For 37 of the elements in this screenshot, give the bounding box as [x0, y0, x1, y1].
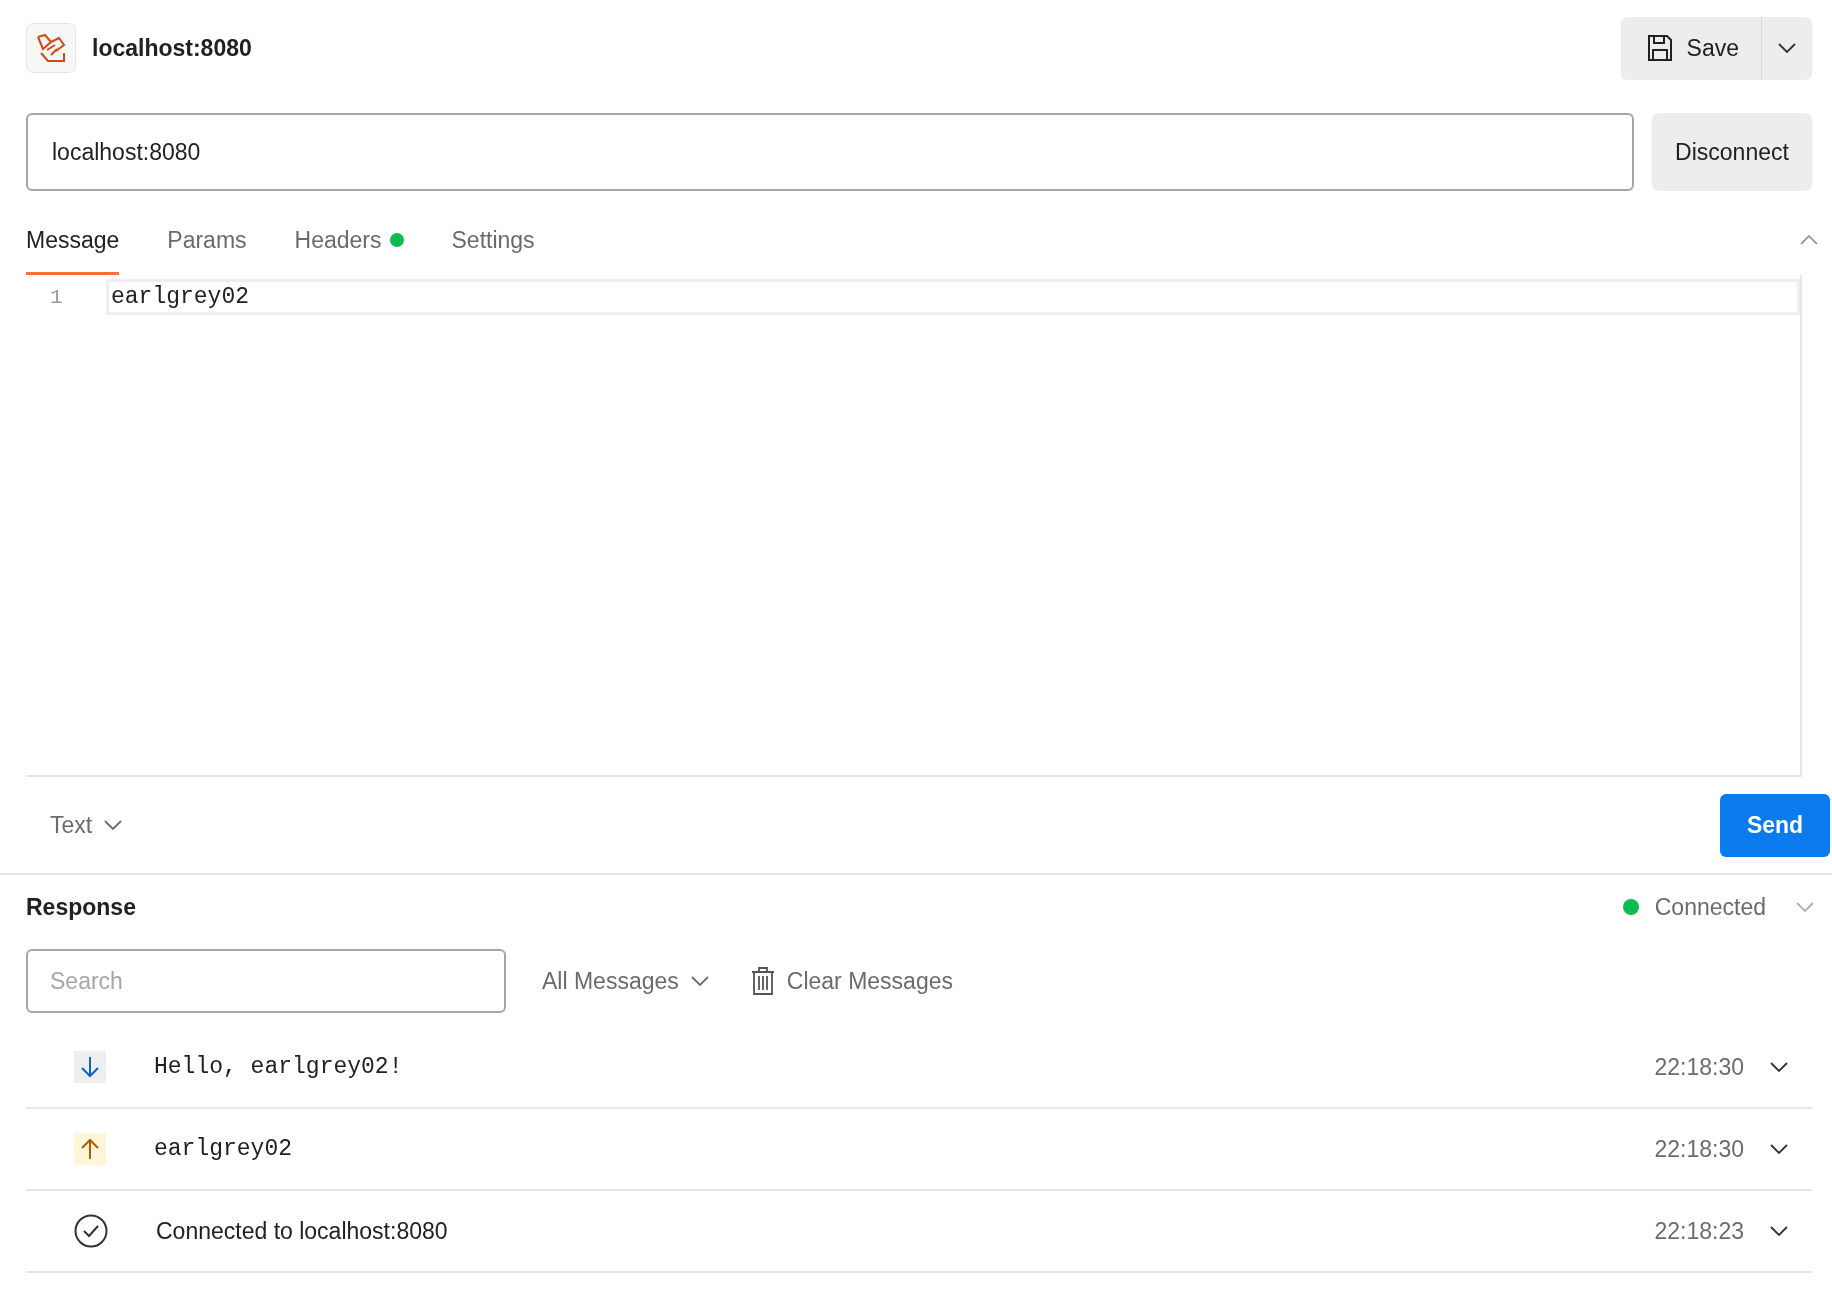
expand-icon	[1796, 902, 1814, 912]
arrow-up-icon	[74, 1133, 106, 1165]
message-text: earlgrey02	[154, 1136, 294, 1162]
expand-row-icon	[1770, 1062, 1788, 1072]
connection-status: Connected	[1654, 893, 1766, 921]
caret-down-icon	[104, 820, 123, 830]
app-logo-icon	[26, 23, 76, 73]
message-text: Connected to localhost:8080	[156, 1217, 449, 1245]
message-filter-dropdown[interactable]: All Messages	[536, 966, 715, 996]
message-row[interactable]: earlgrey02 22:18:30	[26, 1109, 1812, 1191]
disconnect-button[interactable]: Disconnect	[1652, 113, 1812, 191]
message-time: 22:18:30	[1654, 1053, 1744, 1081]
check-circle-icon	[74, 1214, 108, 1248]
url-field[interactable]: localhost:8080	[26, 113, 1634, 191]
collapse-icon	[1800, 235, 1818, 245]
message-time: 22:18:30	[1654, 1135, 1744, 1163]
tab[interactable]: Settings	[451, 205, 535, 275]
connection-title: localhost:8080	[92, 34, 253, 62]
line-number: 1	[49, 285, 64, 309]
tab[interactable]: Params	[167, 205, 247, 275]
format-dropdown[interactable]: Text	[44, 810, 129, 840]
expand-row-icon	[1770, 1144, 1788, 1154]
caret-down-icon	[690, 976, 709, 986]
caret-down-icon	[1778, 43, 1796, 53]
search-field[interactable]: Search	[26, 949, 506, 1013]
message-text: Hello, earlgrey02!	[154, 1054, 404, 1080]
message-time: 22:18:23	[1654, 1217, 1744, 1245]
tab[interactable]: Message	[26, 205, 120, 275]
tab[interactable]: Headers	[294, 205, 404, 275]
clear-messages-button[interactable]: Clear Messages	[744, 965, 959, 997]
message-row[interactable]: Hello, earlgrey02! 22:18:30	[26, 1027, 1812, 1109]
arrow-down-icon	[74, 1051, 106, 1083]
message-row[interactable]: Connected to localhost:8080 22:18:23	[26, 1191, 1812, 1273]
send-button[interactable]: Send	[1720, 793, 1830, 857]
response-title: Response	[26, 893, 137, 921]
trash-icon	[750, 966, 775, 996]
expand-row-icon	[1770, 1226, 1788, 1236]
